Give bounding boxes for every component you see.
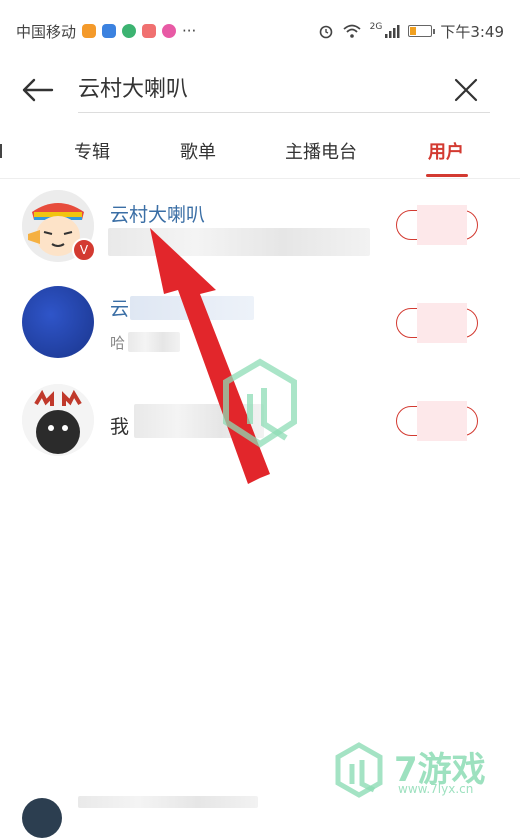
follow-button[interactable] <box>396 303 478 343</box>
more-notifications-icon: ··· <box>182 22 197 40</box>
tab-playlists[interactable]: 歌单 <box>180 138 216 164</box>
wifi-icon <box>343 24 361 38</box>
clock: 下午3:49 <box>440 22 504 41</box>
app-notification-icon <box>102 24 117 38</box>
user-name[interactable]: 云村大喇叭 <box>110 200 205 227</box>
search-underline <box>78 112 490 113</box>
clear-search-icon[interactable] <box>450 74 482 106</box>
status-left: 中国移动 ··· <box>16 21 196 42</box>
search-result-tabs: 专辑 歌单 主播电台 用户 <box>0 130 520 179</box>
site-watermark: 7游戏 www.7lyx.cn <box>334 742 514 802</box>
back-arrow-icon[interactable] <box>20 74 56 106</box>
status-right: 2G 下午3:49 <box>318 21 504 42</box>
carrier-label: 中国移动 <box>16 22 77 41</box>
app-notification-icon <box>82 24 97 38</box>
active-tab-indicator <box>426 174 468 177</box>
status-bar: 中国移动 ··· 2G 下午3:49 <box>0 0 520 62</box>
tab-overflow-edge <box>0 144 6 158</box>
blurred-name <box>78 796 258 808</box>
user-list-item[interactable]: 云 哈 <box>0 278 520 370</box>
verified-badge: V <box>72 238 96 262</box>
user-avatar <box>22 798 62 838</box>
network-type-label: 2G <box>369 22 383 32</box>
blurred-name <box>130 296 254 320</box>
app-notification-icon <box>122 24 137 38</box>
app-notification-icon <box>142 24 157 38</box>
search-header: 云村大喇叭 <box>0 62 520 118</box>
alarm-icon <box>319 25 332 39</box>
user-avatar <box>22 384 94 456</box>
battery-icon <box>408 25 436 37</box>
blurred-description <box>108 228 370 256</box>
watermark-logo-icon <box>223 358 297 448</box>
signal-icon <box>385 25 400 38</box>
app-notification-icon <box>162 24 177 38</box>
tab-radio-stations[interactable]: 主播电台 <box>285 138 357 164</box>
user-subtitle: 哈 <box>110 334 126 352</box>
user-name[interactable]: 我 <box>110 412 129 439</box>
blurred-subtitle <box>128 332 180 352</box>
site-logo-icon <box>335 742 383 798</box>
follow-button[interactable] <box>396 205 478 245</box>
tab-albums[interactable]: 专辑 <box>74 138 110 164</box>
follow-button[interactable] <box>396 401 478 441</box>
black-creature-avatar-icon <box>22 384 94 456</box>
user-name[interactable]: 云 <box>110 294 129 321</box>
user-avatar <box>22 286 94 358</box>
user-list-item[interactable]: V 云村大喇叭 <box>0 182 520 274</box>
site-watermark-url: www.7lyx.cn <box>398 782 474 796</box>
tab-users[interactable]: 用户 <box>428 138 464 164</box>
search-input[interactable]: 云村大喇叭 <box>78 74 188 106</box>
